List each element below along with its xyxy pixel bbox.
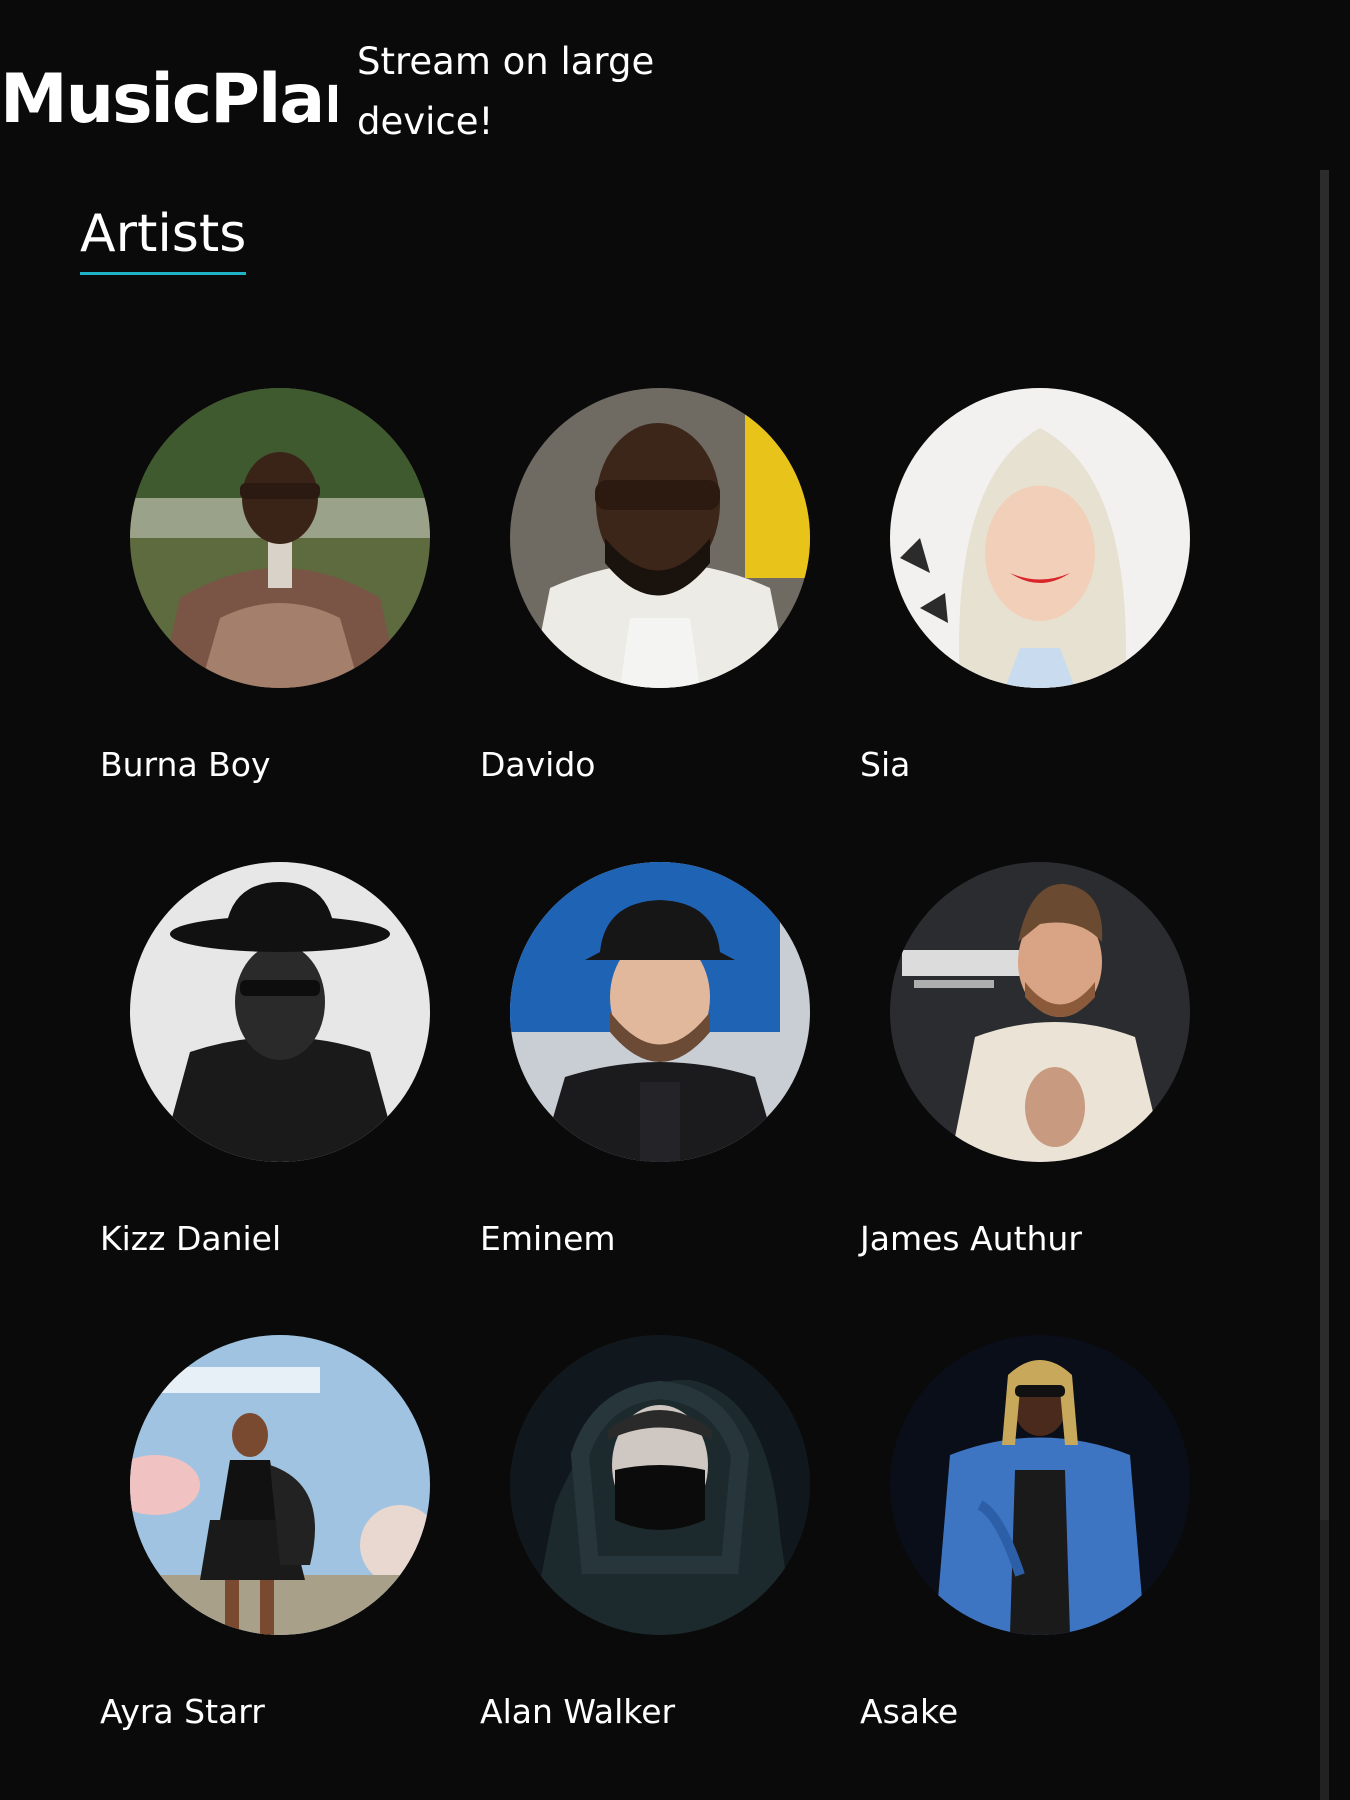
artist-photo-placeholder [890, 1335, 1190, 1635]
artists-heading: Artists [80, 200, 247, 275]
artist-name[interactable]: Ayra Starr [100, 1690, 430, 1734]
artist-name[interactable]: Kizz Daniel [100, 1217, 430, 1261]
artist-name[interactable]: Burna Boy [100, 743, 430, 787]
app-logo[interactable]: MusicPlanet [0, 58, 337, 142]
artist-card-asake[interactable]: Asake [850, 1335, 1190, 1765]
artist-photo[interactable] [890, 388, 1190, 688]
artist-photo[interactable] [890, 862, 1190, 1162]
artist-card-davido[interactable]: Davido [470, 388, 810, 818]
artist-photo[interactable] [130, 862, 430, 1162]
promo-text: Stream on large device! [357, 40, 655, 143]
artist-card-kizz-daniel[interactable]: Kizz Daniel [90, 862, 430, 1292]
artist-card-james-authur[interactable]: James Authur [850, 862, 1190, 1292]
artist-name[interactable]: James Authur [860, 1217, 1190, 1261]
scrollbar-thumb[interactable] [1320, 170, 1329, 1520]
artist-photo-placeholder [130, 862, 430, 1162]
artist-photo-placeholder [890, 862, 1190, 1162]
artist-card-ayra-starr[interactable]: Ayra Starr [90, 1335, 430, 1765]
artist-name[interactable]: Asake [860, 1690, 1190, 1734]
artist-card-eminem[interactable]: Eminem [470, 862, 810, 1292]
artist-photo[interactable] [510, 862, 810, 1162]
artist-name[interactable]: Eminem [480, 1217, 810, 1261]
artist-card-sia[interactable]: Sia [850, 388, 1190, 818]
artist-card-burna-boy[interactable]: Burna Boy [90, 388, 430, 818]
artist-photo[interactable] [510, 1335, 810, 1635]
artist-photo-placeholder [510, 388, 810, 688]
artist-photo-placeholder [890, 388, 1190, 688]
artist-photo-placeholder [130, 1335, 430, 1635]
artist-photo[interactable] [130, 1335, 430, 1635]
artist-photo[interactable] [130, 388, 430, 688]
artist-photo[interactable] [510, 388, 810, 688]
artist-name[interactable]: Alan Walker [480, 1690, 810, 1734]
artist-name[interactable]: Davido [480, 743, 810, 787]
artist-photo-placeholder [130, 388, 430, 688]
artist-photo[interactable] [890, 1335, 1190, 1635]
artist-photo-placeholder [510, 1335, 810, 1635]
artist-card-alan-walker[interactable]: Alan Walker [470, 1335, 810, 1765]
artist-photo-placeholder [510, 862, 810, 1162]
scrollbar[interactable] [1320, 170, 1329, 1800]
artist-name[interactable]: Sia [860, 743, 1190, 787]
